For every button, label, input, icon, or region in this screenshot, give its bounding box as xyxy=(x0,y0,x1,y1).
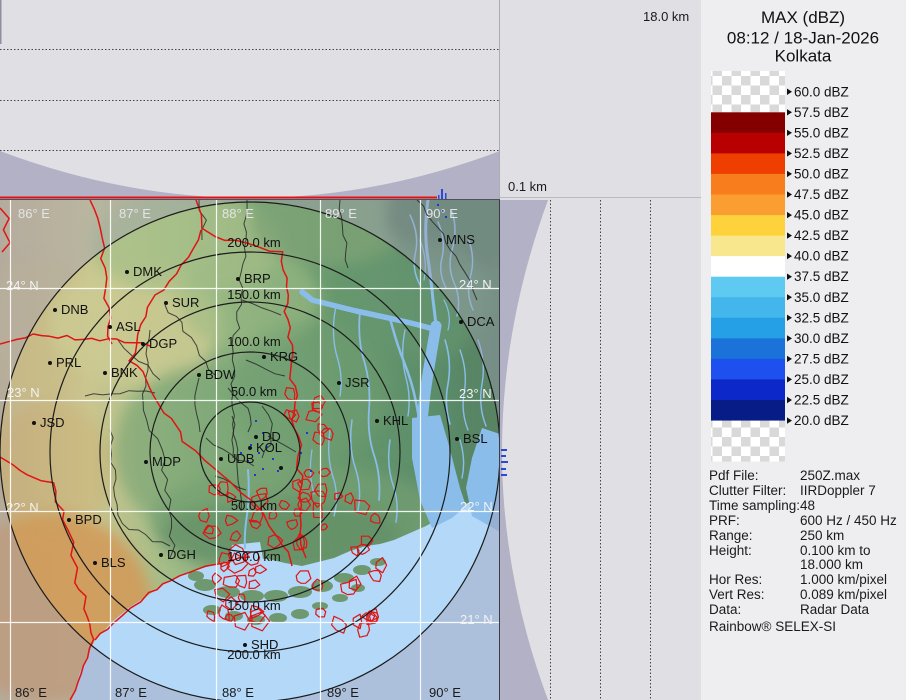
svg-text:22° N: 22° N xyxy=(6,500,39,515)
svg-text:0.1 km: 0.1 km xyxy=(508,179,547,194)
svg-text:90° E: 90° E xyxy=(426,206,458,221)
svg-text:200.0 km: 200.0 km xyxy=(227,235,280,250)
svg-text:250Z.max: 250Z.max xyxy=(800,468,860,483)
svg-text:42.5 dBZ: 42.5 dBZ xyxy=(794,228,849,243)
svg-text:18.0 km: 18.0 km xyxy=(643,9,689,24)
svg-text:DGP: DGP xyxy=(149,336,177,351)
svg-text:BPD: BPD xyxy=(75,512,102,527)
svg-text:250 km: 250 km xyxy=(800,528,844,543)
svg-text:DMK: DMK xyxy=(133,264,162,279)
svg-text:BDW: BDW xyxy=(205,367,236,382)
svg-text:600 Hz / 450 Hz: 600 Hz / 450 Hz xyxy=(800,513,897,528)
svg-text:MDP: MDP xyxy=(152,454,181,469)
svg-text:86° E: 86° E xyxy=(18,206,50,221)
svg-text:150.0 km: 150.0 km xyxy=(227,287,280,302)
svg-text:150.0 km: 150.0 km xyxy=(227,598,280,613)
svg-text:88° E: 88° E xyxy=(222,206,254,221)
svg-text:PRF:: PRF: xyxy=(709,513,740,528)
svg-text:22° N: 22° N xyxy=(460,499,493,514)
svg-text:Height:: Height: xyxy=(709,543,752,558)
svg-text:Hor Res:: Hor Res: xyxy=(709,572,762,587)
svg-text:UDB: UDB xyxy=(227,451,254,466)
svg-text:47.5 dBZ: 47.5 dBZ xyxy=(794,187,849,202)
svg-text:Vert Res:: Vert Res: xyxy=(709,587,765,602)
svg-text:24° N: 24° N xyxy=(6,278,39,293)
svg-text:35.0 dBZ: 35.0 dBZ xyxy=(794,290,849,305)
svg-text:89° E: 89° E xyxy=(327,685,359,700)
svg-text:23° N: 23° N xyxy=(459,386,492,401)
svg-text:45.0 dBZ: 45.0 dBZ xyxy=(794,208,849,223)
svg-text:37.5 dBZ: 37.5 dBZ xyxy=(794,269,849,284)
svg-text:DGH: DGH xyxy=(167,547,196,562)
svg-text:21° N: 21° N xyxy=(460,612,493,627)
svg-text:86° E: 86° E xyxy=(15,685,47,700)
svg-text:27.5 dBZ: 27.5 dBZ xyxy=(794,351,849,366)
svg-text:MAX (dBZ): MAX (dBZ) xyxy=(761,8,845,27)
svg-text:IIRDoppler 7: IIRDoppler 7 xyxy=(800,483,876,498)
svg-text:23° N: 23° N xyxy=(7,385,40,400)
svg-text:89° E: 89° E xyxy=(325,206,357,221)
svg-text:50.0 dBZ: 50.0 dBZ xyxy=(794,166,849,181)
svg-text:DCA: DCA xyxy=(467,314,495,329)
svg-text:Clutter Filter:: Clutter Filter: xyxy=(709,483,786,498)
svg-text:SUR: SUR xyxy=(172,295,199,310)
svg-text:PRL: PRL xyxy=(56,355,81,370)
svg-text:18.000 km: 18.000 km xyxy=(800,557,863,572)
svg-text:DNB: DNB xyxy=(61,302,88,317)
svg-text:Radar Data: Radar Data xyxy=(800,602,870,617)
svg-text:Rainbow® SELEX-SI: Rainbow® SELEX-SI xyxy=(709,619,836,634)
svg-text:32.5 dBZ: 32.5 dBZ xyxy=(794,310,849,325)
svg-text:Kolkata: Kolkata xyxy=(775,47,832,66)
svg-text:BNK: BNK xyxy=(111,365,138,380)
svg-text:88° E: 88° E xyxy=(222,685,254,700)
svg-text:08:12 / 18-Jan-2026: 08:12 / 18-Jan-2026 xyxy=(727,29,879,48)
svg-text:BLS: BLS xyxy=(101,555,126,570)
svg-text:Data:: Data: xyxy=(709,602,741,617)
svg-text:57.5 dBZ: 57.5 dBZ xyxy=(794,105,849,120)
svg-text:60.0 dBZ: 60.0 dBZ xyxy=(794,84,849,99)
svg-text:87° E: 87° E xyxy=(115,685,147,700)
svg-text:JSR: JSR xyxy=(345,375,370,390)
svg-text:100.0 km: 100.0 km xyxy=(227,334,280,349)
svg-text:Range:: Range: xyxy=(709,528,753,543)
svg-text:KOL: KOL xyxy=(256,440,282,455)
svg-text:1.000 km/pixel: 1.000 km/pixel xyxy=(800,572,887,587)
svg-text:52.5 dBZ: 52.5 dBZ xyxy=(794,146,849,161)
svg-text:20.0 dBZ: 20.0 dBZ xyxy=(794,413,849,428)
svg-text:22.5 dBZ: 22.5 dBZ xyxy=(794,393,849,408)
svg-text:30.0 dBZ: 30.0 dBZ xyxy=(794,331,849,346)
svg-text:87° E: 87° E xyxy=(119,206,151,221)
svg-text:Time sampling:48: Time sampling:48 xyxy=(709,498,815,513)
svg-text:SHD: SHD xyxy=(251,637,278,652)
svg-text:JSD: JSD xyxy=(40,415,65,430)
svg-text:55.0 dBZ: 55.0 dBZ xyxy=(794,125,849,140)
svg-text:KRG: KRG xyxy=(270,349,298,364)
svg-text:40.0 dBZ: 40.0 dBZ xyxy=(794,249,849,264)
svg-text:ASL: ASL xyxy=(116,319,141,334)
svg-text:Pdf File:: Pdf File: xyxy=(709,468,759,483)
svg-text:25.0 dBZ: 25.0 dBZ xyxy=(794,372,849,387)
svg-text:90° E: 90° E xyxy=(429,685,461,700)
svg-text:24° N: 24° N xyxy=(459,277,492,292)
svg-text:KHL: KHL xyxy=(383,413,408,428)
svg-text:0.100 km to: 0.100 km to xyxy=(800,543,871,558)
svg-text:50.0 km: 50.0 km xyxy=(231,384,277,399)
svg-text:MNS: MNS xyxy=(446,232,475,247)
svg-text:50.0 km: 50.0 km xyxy=(231,498,277,513)
svg-text:BSL: BSL xyxy=(463,431,488,446)
svg-text:100.0 km: 100.0 km xyxy=(227,549,280,564)
svg-text:BRP: BRP xyxy=(244,271,271,286)
svg-text:0.089 km/pixel: 0.089 km/pixel xyxy=(800,587,887,602)
